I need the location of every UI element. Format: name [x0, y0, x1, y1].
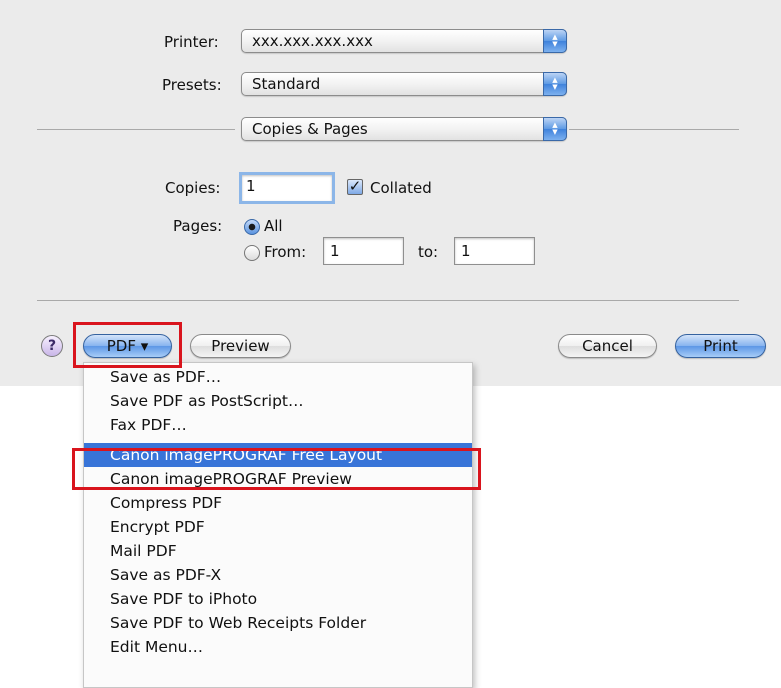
popup-arrows-icon: ▲ ▼ — [543, 117, 567, 141]
preview-button[interactable]: Preview — [190, 334, 291, 358]
presets-label: Presets: — [162, 76, 222, 94]
menu-item-encrypt-pdf[interactable]: Encrypt PDF — [84, 515, 472, 539]
collated-label: Collated — [370, 179, 432, 197]
menu-item-save-pdf-as-postscript[interactable]: Save PDF as PostScript… — [84, 389, 472, 413]
menu-item-save-as-pdf[interactable]: Save as PDF… — [84, 365, 472, 389]
printer-label: Printer: — [164, 33, 219, 51]
popup-arrows-icon: ▲ ▼ — [543, 29, 567, 53]
print-button[interactable]: Print — [675, 334, 766, 358]
copies-field[interactable]: 1 — [239, 172, 335, 204]
menu-item-edit-menu[interactable]: Edit Menu… — [84, 635, 472, 659]
separator-right — [569, 129, 739, 130]
pages-to-field[interactable]: 1 — [454, 237, 535, 265]
section-popup[interactable]: Copies & Pages ▲ ▼ — [241, 117, 567, 141]
menu-item-mail-pdf[interactable]: Mail PDF — [84, 539, 472, 563]
pages-from-label: From: — [264, 243, 307, 261]
menu-item-save-pdf-to-web-receipts[interactable]: Save PDF to Web Receipts Folder — [84, 611, 472, 635]
menu-item-save-as-pdf-x[interactable]: Save as PDF-X — [84, 563, 472, 587]
pages-from-field[interactable]: 1 — [323, 237, 404, 265]
printer-value: xxx.xxx.xxx.xxx — [252, 32, 373, 50]
separator-bottom — [37, 300, 739, 301]
section-value: Copies & Pages — [252, 120, 368, 138]
annotation-box-pdf-button — [73, 322, 182, 368]
cancel-button[interactable]: Cancel — [558, 334, 657, 358]
help-button[interactable]: ? — [41, 335, 63, 357]
presets-popup[interactable]: Standard ▲ ▼ — [241, 72, 567, 96]
menu-item-save-pdf-to-iphoto[interactable]: Save PDF to iPhoto — [84, 587, 472, 611]
pages-all-label: All — [264, 217, 283, 235]
printer-popup[interactable]: xxx.xxx.xxx.xxx ▲ ▼ — [241, 29, 567, 53]
popup-arrows-icon: ▲ ▼ — [543, 72, 567, 96]
separator-left — [37, 129, 235, 130]
copies-label: Copies: — [165, 179, 221, 197]
menu-item-compress-pdf[interactable]: Compress PDF — [84, 491, 472, 515]
menu-item-fax-pdf[interactable]: Fax PDF… — [84, 413, 472, 437]
annotation-box-free-layout — [72, 448, 481, 490]
presets-value: Standard — [252, 75, 321, 93]
pages-to-label: to: — [418, 243, 439, 261]
pages-from-radio[interactable] — [244, 245, 260, 261]
pages-all-radio[interactable] — [244, 219, 260, 235]
pdf-menu: Save as PDF… Save PDF as PostScript… Fax… — [83, 362, 473, 688]
pages-label: Pages: — [173, 217, 223, 235]
collated-checkbox[interactable]: ✓ — [347, 179, 363, 195]
